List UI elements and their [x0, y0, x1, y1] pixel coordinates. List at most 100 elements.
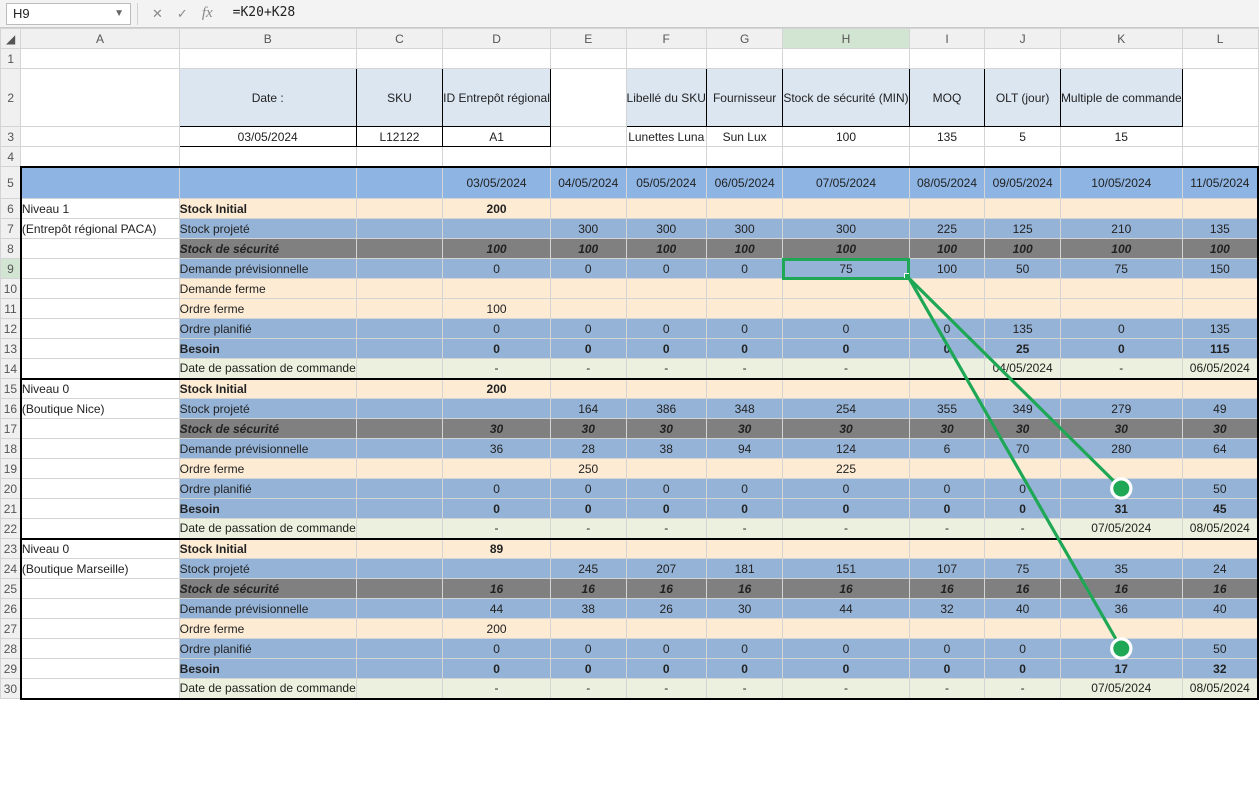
data-cell[interactable] — [1182, 199, 1258, 219]
hdr-sku-val[interactable]: L12122 — [356, 127, 442, 147]
data-cell[interactable]: 28 — [550, 439, 626, 459]
data-cell[interactable]: 100 — [985, 239, 1061, 259]
data-cell[interactable]: 0 — [443, 319, 551, 339]
data-cell[interactable]: 0 — [909, 639, 985, 659]
cell[interactable] — [1182, 69, 1258, 127]
data-cell[interactable]: 100 — [443, 299, 551, 319]
data-cell[interactable] — [909, 379, 985, 399]
data-cell[interactable]: 16 — [985, 579, 1061, 599]
hdr-lib-val[interactable]: Lunettes Luna — [626, 127, 706, 147]
data-cell[interactable]: 0 — [626, 339, 706, 359]
blank[interactable] — [21, 439, 179, 459]
fx-icon[interactable]: fx — [202, 5, 213, 22]
row-header[interactable]: 17 — [1, 419, 21, 439]
cell[interactable] — [1060, 49, 1182, 69]
data-cell[interactable]: - — [550, 679, 626, 699]
row-label[interactable]: Stock de sécurité — [179, 239, 356, 259]
row-header[interactable]: 28 — [1, 639, 21, 659]
data-cell[interactable] — [626, 199, 706, 219]
data-cell[interactable]: 89 — [443, 539, 551, 559]
name-box[interactable]: H9 ▼ — [6, 3, 131, 25]
blank[interactable] — [21, 639, 179, 659]
date-header[interactable]: 03/05/2024 — [443, 167, 551, 199]
data-cell[interactable]: 38 — [550, 599, 626, 619]
data-cell[interactable]: 0 — [909, 319, 985, 339]
data-cell[interactable]: 348 — [706, 399, 782, 419]
data-cell[interactable]: 0 — [626, 639, 706, 659]
data-cell[interactable] — [1182, 299, 1258, 319]
row-header[interactable]: 22 — [1, 519, 21, 539]
data-cell[interactable]: - — [706, 679, 782, 699]
data-cell[interactable] — [909, 299, 985, 319]
data-cell[interactable]: 0 — [443, 639, 551, 659]
data-cell[interactable] — [985, 539, 1061, 559]
data-cell[interactable] — [1060, 299, 1182, 319]
data-cell[interactable]: 04/05/2024 — [985, 359, 1061, 379]
row-label[interactable]: Date de passation de commande — [179, 679, 356, 699]
data-cell[interactable]: 100 — [550, 239, 626, 259]
data-cell[interactable]: 150 — [1182, 259, 1258, 279]
data-cell[interactable]: 30 — [1182, 419, 1258, 439]
date-header[interactable]: 05/05/2024 — [626, 167, 706, 199]
section-level[interactable]: Niveau 1 — [21, 199, 179, 219]
data-cell[interactable]: 151 — [783, 559, 909, 579]
section-level[interactable]: Niveau 0 — [21, 539, 179, 559]
row-label[interactable]: Stock de sécurité — [179, 419, 356, 439]
row-label[interactable]: Date de passation de commande — [179, 519, 356, 539]
data-cell[interactable]: 08/05/2024 — [1182, 679, 1258, 699]
row-label[interactable]: Besoin — [179, 499, 356, 519]
data-cell[interactable]: 16 — [783, 579, 909, 599]
data-cell[interactable]: 124 — [783, 439, 909, 459]
row-label[interactable]: Stock Initial — [179, 199, 356, 219]
data-cell[interactable]: 0 — [783, 639, 909, 659]
cell[interactable] — [706, 49, 782, 69]
hdr-date-val[interactable]: 03/05/2024 — [179, 127, 356, 147]
data-cell[interactable] — [706, 199, 782, 219]
data-cell[interactable]: 38 — [626, 439, 706, 459]
data-cell[interactable]: 0 — [706, 659, 782, 679]
data-cell[interactable]: 0 — [909, 339, 985, 359]
cell[interactable] — [783, 147, 909, 167]
data-cell[interactable] — [550, 279, 626, 299]
data-cell[interactable]: 26 — [626, 599, 706, 619]
row-header[interactable]: 8 — [1, 239, 21, 259]
hdr-mult-label[interactable]: Multiple de commande — [1060, 69, 1182, 127]
row-label[interactable]: Demande prévisionnelle — [179, 259, 356, 279]
cell[interactable] — [985, 49, 1061, 69]
blank[interactable] — [356, 599, 442, 619]
data-cell[interactable]: 0 — [706, 339, 782, 359]
data-cell[interactable] — [1182, 379, 1258, 399]
data-cell[interactable]: 16 — [443, 579, 551, 599]
row-label[interactable]: Ordre planifié — [179, 639, 356, 659]
cell[interactable] — [1182, 147, 1258, 167]
data-cell[interactable] — [1060, 379, 1182, 399]
data-cell[interactable]: 16 — [1060, 579, 1182, 599]
data-cell[interactable]: 280 — [1060, 439, 1182, 459]
data-cell[interactable] — [985, 459, 1061, 479]
blank[interactable] — [356, 299, 442, 319]
data-cell[interactable]: 125 — [985, 219, 1061, 239]
data-cell[interactable]: 0 — [626, 499, 706, 519]
data-cell[interactable] — [783, 279, 909, 299]
data-cell[interactable]: 75 — [985, 559, 1061, 579]
data-cell[interactable] — [1060, 279, 1182, 299]
blank[interactable] — [356, 419, 442, 439]
row-header[interactable]: 26 — [1, 599, 21, 619]
data-cell[interactable]: 135 — [1182, 219, 1258, 239]
row-label[interactable]: Ordre planifié — [179, 319, 356, 339]
cell[interactable] — [550, 127, 626, 147]
blank[interactable] — [356, 359, 442, 379]
data-cell[interactable]: 0 — [783, 499, 909, 519]
cell[interactable] — [179, 147, 356, 167]
row-header[interactable]: 13 — [1, 339, 21, 359]
data-cell[interactable] — [909, 539, 985, 559]
data-cell[interactable]: 36 — [443, 439, 551, 459]
data-cell[interactable]: 100 — [626, 239, 706, 259]
data-cell[interactable] — [706, 379, 782, 399]
data-cell[interactable]: 30 — [626, 419, 706, 439]
blank[interactable] — [21, 419, 179, 439]
data-cell[interactable] — [1182, 459, 1258, 479]
data-cell[interactable]: 0 — [443, 259, 551, 279]
data-cell[interactable]: 49 — [1182, 399, 1258, 419]
data-cell[interactable]: - — [626, 359, 706, 379]
